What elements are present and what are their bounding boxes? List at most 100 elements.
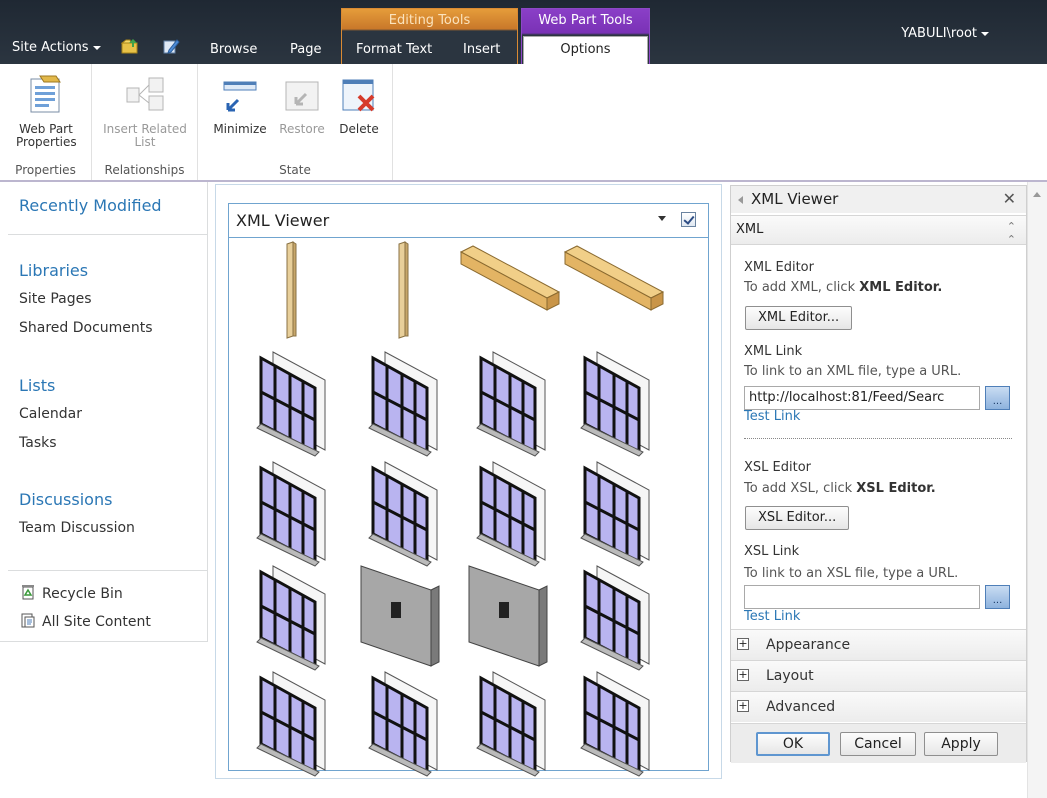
restore-button[interactable]: Restore [274,74,330,136]
nav-item-team-discussion[interactable]: Team Discussion [19,520,135,536]
web-part-properties-button[interactable]: Web Part Properties [8,74,84,149]
xsl-link-browse-button[interactable]: ... [985,585,1010,609]
site-actions-label: Site Actions [12,40,89,55]
xsl-editor-button[interactable]: XSL Editor... [745,506,850,530]
xml-link-browse-button[interactable]: ... [985,386,1010,410]
tool-pane-title: XML Viewer [751,190,839,208]
nav-recently-modified[interactable]: Recently Modified [19,196,162,215]
post-thumbnail [347,240,457,350]
restore-icon [285,81,319,111]
nav-libraries[interactable]: Libraries [19,261,88,280]
expand-icon[interactable]: + [737,669,749,681]
xml-editor-button[interactable]: XML Editor... [745,306,853,330]
back-arrow-icon[interactable] [738,196,743,204]
insert-related-list-label: Insert Related List [103,122,187,149]
tab-browse[interactable]: Browse [210,42,257,57]
web-part-select-checkbox[interactable] [681,212,696,227]
web-part-menu-icon[interactable] [658,216,666,221]
user-menu[interactable]: YABULI\root [901,26,989,41]
site-content-icon [21,613,35,628]
xsl-link-input[interactable] [744,585,980,609]
section-xml-header[interactable]: XML ⌃ ⌃ [731,215,1026,246]
recycle-bin-label: Recycle Bin [42,586,123,602]
top-bar: Site Actions Browse Page Editing Tools F… [0,0,1047,64]
expand-icon[interactable]: + [737,700,749,712]
expand-icon[interactable]: + [737,638,749,650]
beam-thumbnail [455,240,565,350]
web-part-title-bar: XML Viewer [229,204,708,238]
ok-button[interactable]: OK [756,732,830,756]
minimize-button[interactable]: Minimize [208,74,272,136]
section-xml-title: XML [736,222,764,237]
ribbon-group-properties: Web Part Properties Properties [0,64,92,180]
chevron-down-icon [981,31,989,36]
section-layout[interactable]: + Layout [731,660,1026,691]
user-name: YABULI\root [901,26,977,41]
window-thumbnail [347,668,457,778]
scroll-up-icon[interactable] [1033,192,1041,197]
section-advanced[interactable]: + Advanced [731,691,1026,722]
ribbon: Web Part Properties Properties Insert Re… [0,64,1047,182]
xml-link-input[interactable]: http://localhost:81/Feed/Searc [744,386,980,410]
folder-up-icon[interactable] [121,38,139,54]
tab-page[interactable]: Page [290,42,321,57]
xml-editor-hint-bold: XML Editor. [859,280,943,295]
insert-related-list-button[interactable]: Insert Related List [96,74,194,149]
nav-all-site-content[interactable]: All Site Content [20,612,151,630]
window-thumbnail [559,458,669,568]
section-layout-title: Layout [766,668,814,684]
restore-label: Restore [279,122,325,136]
xsl-test-link[interactable]: Test Link [744,609,800,624]
apply-button[interactable]: Apply [924,732,998,756]
tab-options[interactable]: Options [523,36,648,64]
xsl-editor-hint: To add XSL, click XSL Editor. [744,481,936,496]
nav-discussions[interactable]: Discussions [19,490,112,509]
insert-related-list-icon [126,77,164,111]
xml-editor-hint-text: To add XML, click [744,280,860,295]
xml-editor-hint: To add XML, click XML Editor. [744,280,942,295]
editing-tools-label: Editing Tools [388,13,471,28]
xml-test-link[interactable]: Test Link [744,409,800,424]
minimize-icon [223,81,257,112]
xsl-link-hint: To link to an XSL file, type a URL. [744,566,959,581]
web-part-properties-icon [30,75,61,113]
nav-item-site-pages[interactable]: Site Pages [19,291,92,307]
web-part-title: XML Viewer [236,211,330,230]
recycle-bin-icon [22,585,34,600]
xml-viewer-web-part[interactable]: XML Viewer [228,203,709,777]
tab-format-text[interactable]: Format Text [356,42,432,57]
nav-item-tasks[interactable]: Tasks [19,435,57,451]
nav-item-calendar[interactable]: Calendar [19,406,82,422]
section-appearance[interactable]: + Appearance [731,629,1026,660]
tab-insert[interactable]: Insert [463,42,500,57]
window-thumbnail [559,348,669,458]
nav-item-shared-documents[interactable]: Shared Documents [19,320,153,336]
post-thumbnail [235,240,345,350]
xsl-editor-hint-text: To add XSL, click [744,481,857,496]
close-icon[interactable]: ✕ [1003,189,1016,208]
window-thumbnail [455,458,565,568]
section-divider [744,438,1012,439]
xml-link-label: XML Link [744,344,803,359]
cancel-button[interactable]: Cancel [840,732,916,756]
xsl-link-label: XSL Link [744,544,800,559]
nav-divider [8,234,208,235]
window-thumbnail [235,458,345,568]
site-actions-menu[interactable]: Site Actions [12,40,101,55]
window-thumbnail [559,668,669,778]
delete-button[interactable]: Delete [334,74,384,136]
nav-lists[interactable]: Lists [19,376,55,395]
group-title-state: State [279,163,311,177]
minimize-label: Minimize [213,122,267,136]
page-scrollbar[interactable] [1027,182,1047,798]
web-part-properties-label: Web Part Properties [16,122,77,149]
section-advanced-title: Advanced [766,699,836,715]
group-title-properties: Properties [15,163,76,177]
window-thumbnail [455,668,565,778]
tool-pane-header: XML Viewer ✕ [731,186,1026,213]
edit-page-icon[interactable] [162,38,180,54]
nav-recycle-bin[interactable]: Recycle Bin [20,584,123,602]
window-thumbnail [347,348,457,458]
delete-label: Delete [339,122,379,136]
collapse-icon[interactable]: ⌃ ⌃ [1007,220,1016,246]
